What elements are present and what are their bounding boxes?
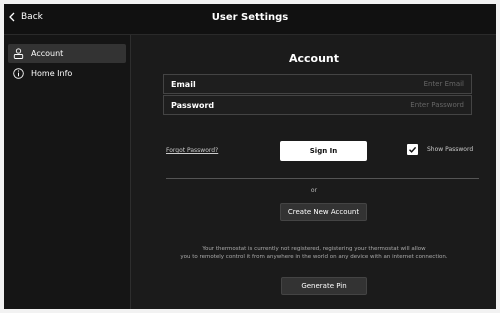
sidebar: Account Home Info: [4, 35, 131, 309]
or-label: or: [310, 187, 318, 194]
header-bar: Back User Settings: [4, 4, 496, 35]
sidebar-item-label: Account: [31, 49, 64, 58]
email-label: Email: [171, 79, 196, 89]
show-password-checkbox[interactable]: [407, 144, 418, 155]
app-window: Back User Settings Account Home Info Acc…: [4, 4, 496, 309]
sidebar-item-label: Home Info: [31, 69, 73, 78]
password-label: Password: [171, 100, 215, 110]
info-icon: [13, 68, 24, 79]
password-input[interactable]: [334, 101, 464, 109]
email-field: Email: [163, 74, 472, 94]
generate-pin-button[interactable]: Generate Pin: [281, 277, 367, 295]
sidebar-item-home-info[interactable]: Home Info: [8, 64, 126, 83]
account-panel: Account Email Password Forgot Password? …: [132, 35, 496, 309]
checkmark-icon: [409, 146, 417, 153]
sign-in-button[interactable]: Sign In: [280, 141, 367, 161]
info-line: you to remotely control it from anywhere…: [180, 254, 448, 260]
user-icon: [13, 48, 24, 59]
divider: [166, 178, 479, 179]
show-password-label: Show Password: [427, 146, 474, 153]
registration-info: Your thermostat is currently not registe…: [132, 245, 496, 261]
email-input[interactable]: [334, 80, 464, 88]
password-field: Password: [163, 95, 472, 115]
sidebar-item-account[interactable]: Account: [8, 44, 126, 63]
info-line: Your thermostat is currently not registe…: [202, 246, 426, 252]
forgot-password-link[interactable]: Forgot Password?: [166, 147, 218, 154]
section-title: Account: [288, 52, 340, 65]
create-account-button[interactable]: Create New Account: [280, 203, 367, 221]
page-title: User Settings: [211, 12, 289, 23]
